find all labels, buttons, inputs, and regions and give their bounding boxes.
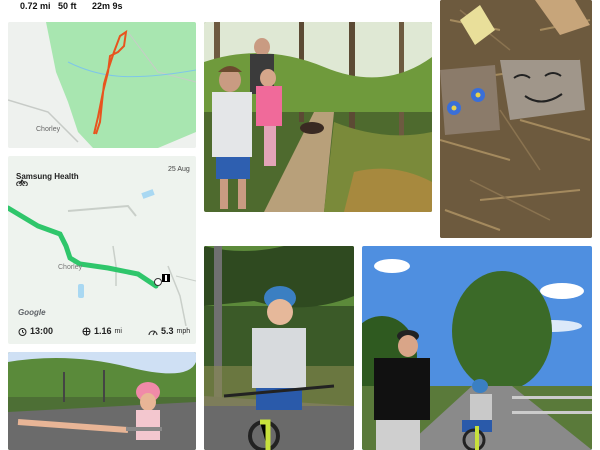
distance-stat-block: 1.16 mi bbox=[82, 326, 122, 336]
timer-icon bbox=[18, 327, 27, 336]
time-value: 13:00 bbox=[30, 326, 54, 336]
activity-date: 25 Aug bbox=[168, 166, 190, 173]
elevation-stat: 50 ft bbox=[58, 1, 77, 11]
distance-icon bbox=[82, 327, 91, 336]
distance-stat: 0.72 mi bbox=[20, 1, 51, 11]
start-marker-icon bbox=[154, 278, 162, 286]
photo-girl-bike[interactable] bbox=[8, 352, 196, 450]
distance-unit: mi bbox=[114, 327, 122, 335]
painted-rock-image bbox=[440, 0, 592, 238]
dad-son-image bbox=[362, 246, 592, 450]
photo-dad-son-cycling[interactable] bbox=[362, 246, 592, 450]
girl-bike-image bbox=[8, 352, 196, 450]
photo-boy-helmet[interactable] bbox=[204, 246, 354, 450]
route-map-card[interactable]: Chorley bbox=[8, 22, 196, 148]
map-place-label: Chorley bbox=[36, 126, 61, 133]
speed-stat-block: 5.3 mph bbox=[148, 326, 190, 336]
distance-value: 1.16 bbox=[94, 326, 112, 336]
time-stat: 13:00 bbox=[18, 326, 53, 336]
health-place-label: Chorley bbox=[58, 264, 83, 271]
photo-painted-rock[interactable] bbox=[440, 0, 592, 238]
finish-flag-icon bbox=[162, 274, 170, 282]
photo-forest-family[interactable] bbox=[204, 22, 432, 212]
speed-unit: mph bbox=[176, 327, 191, 335]
duration-stat: 22m 9s bbox=[92, 1, 123, 11]
forest-family-image bbox=[204, 22, 432, 212]
boy-helmet-image bbox=[204, 246, 354, 450]
speed-value: 5.3 bbox=[161, 326, 174, 336]
health-route-map bbox=[8, 186, 196, 326]
google-attribution: Google bbox=[18, 308, 46, 317]
samsung-health-card[interactable]: Samsung Health 25 Aug Chorley Google 13:… bbox=[8, 156, 196, 344]
speed-icon bbox=[148, 327, 158, 336]
